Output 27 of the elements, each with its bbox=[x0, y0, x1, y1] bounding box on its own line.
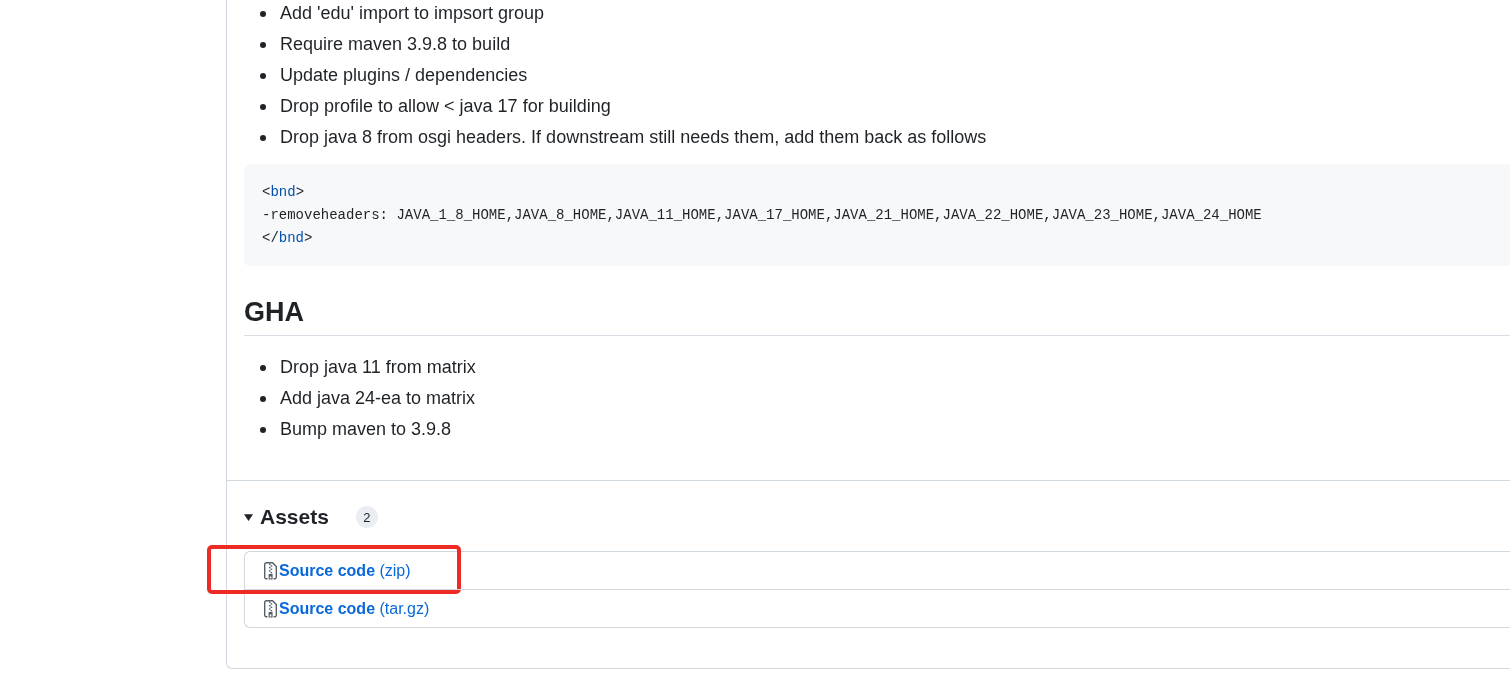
list-item-text: Drop java 11 from matrix bbox=[280, 356, 476, 379]
section-heading: GHA bbox=[244, 297, 304, 327]
list-item-text: Update plugins / dependencies bbox=[280, 64, 528, 87]
code-line: -removeheaders: JAVA_1_8_HOME,JAVA_8_HOME,JAVA_11_HOME,JAVA_17_HOME,JAVA_21_HOME,JAVA_22_HOME,JAVA_23_HOME,JAVA_24_HOME bbox=[262, 206, 1262, 225]
list-item-text: Bump maven to 3.9.8 bbox=[280, 418, 452, 441]
bullet-icon bbox=[260, 10, 266, 17]
zip-file-icon bbox=[264, 599, 277, 618]
asset-count: 2 bbox=[355, 506, 378, 528]
bullet-icon bbox=[260, 41, 266, 48]
list-item-text: Add 'edu' import to impsort group bbox=[280, 2, 544, 25]
assets-toggle[interactable]: Assets bbox=[244, 502, 329, 532]
bullet-icon bbox=[260, 426, 266, 433]
bullet-icon bbox=[260, 134, 266, 141]
code-line: </bnd> bbox=[262, 229, 313, 248]
caret-icon bbox=[244, 512, 253, 522]
code-line: <bnd> bbox=[262, 183, 305, 202]
bullet-icon bbox=[260, 72, 266, 79]
list-item-text: Drop profile to allow < java 17 for building bbox=[280, 95, 611, 118]
bullet-icon bbox=[260, 364, 266, 371]
list-item-text: Add java 24-ea to matrix bbox=[280, 387, 476, 410]
list-item-text: Require maven 3.9.8 to build bbox=[280, 33, 511, 56]
bullet-icon bbox=[260, 103, 266, 110]
bullet-icon bbox=[260, 395, 266, 402]
zip-file-icon bbox=[264, 561, 277, 580]
list-item-text: Drop java 8 from osgi headers. If downstream still needs them, add them back as follows bbox=[280, 126, 987, 149]
asset-link[interactable]: Source code (zip) bbox=[264, 561, 411, 580]
asset-link[interactable]: Source code (tar.gz) bbox=[264, 599, 430, 618]
